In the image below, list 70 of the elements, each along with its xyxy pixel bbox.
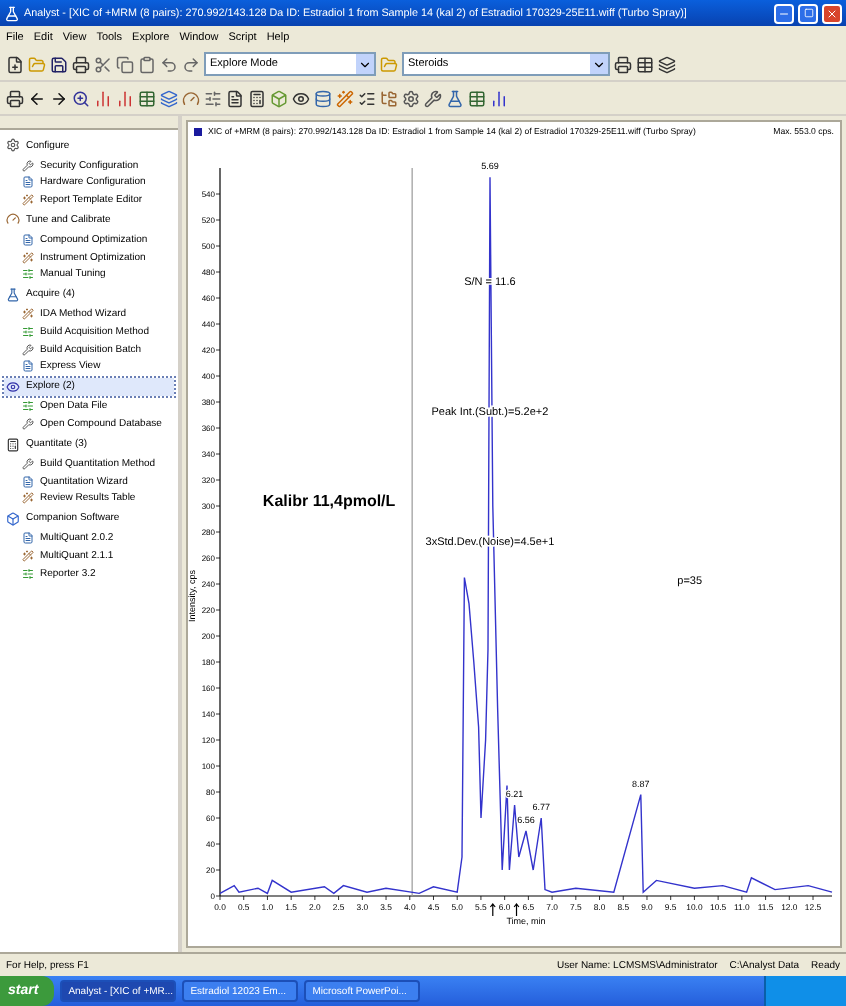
bar-chart-icon[interactable] <box>116 89 134 107</box>
flask-icon <box>6 287 20 302</box>
layers-icon[interactable] <box>658 55 676 73</box>
gauge-icon <box>6 212 20 227</box>
maximize-icon <box>803 8 813 18</box>
eye-icon[interactable] <box>292 89 310 107</box>
zoom-icon[interactable] <box>72 89 90 107</box>
gear-icon[interactable] <box>402 89 420 107</box>
caret-icon <box>356 54 374 74</box>
arrow-icon <box>513 903 520 917</box>
checklist-icon[interactable] <box>358 89 376 107</box>
save-icon[interactable] <box>50 55 68 73</box>
maximize-button[interactable] <box>798 3 818 23</box>
document-icon <box>22 360 34 373</box>
minimize-button[interactable] <box>774 3 794 23</box>
wand-icon <box>22 193 34 206</box>
calculator-icon[interactable] <box>248 89 266 107</box>
wand-icon <box>22 550 34 563</box>
scissors-icon[interactable] <box>94 55 112 73</box>
printer-icon[interactable] <box>72 55 90 73</box>
table-icon[interactable] <box>468 89 486 107</box>
sliders-icon <box>22 567 34 580</box>
bar-chart-icon[interactable] <box>490 89 508 107</box>
printer-icon[interactable] <box>614 55 632 73</box>
clipboard-icon[interactable] <box>138 55 156 73</box>
wrench-icon <box>22 159 34 172</box>
pane-icon <box>194 127 202 135</box>
wrench-icon[interactable] <box>424 89 442 107</box>
arrow-icon <box>489 903 496 917</box>
document-icon <box>22 233 34 246</box>
database-icon[interactable] <box>314 89 332 107</box>
system-tray <box>764 976 846 1006</box>
bar-chart-icon[interactable] <box>94 89 112 107</box>
printer-icon[interactable] <box>6 89 24 107</box>
close-icon <box>826 7 838 19</box>
caret-icon <box>590 54 608 74</box>
document-icon <box>22 475 34 488</box>
new-file-icon[interactable] <box>6 55 24 73</box>
right-arrow-icon[interactable] <box>50 89 68 107</box>
table-icon[interactable] <box>636 55 654 73</box>
layers-icon[interactable] <box>160 89 178 107</box>
wand-icon <box>22 308 34 321</box>
flask-icon[interactable] <box>446 89 464 107</box>
wrench-icon <box>22 417 34 430</box>
gear-icon <box>6 138 20 152</box>
redo-icon[interactable] <box>182 55 200 73</box>
gauge-icon[interactable] <box>182 89 200 107</box>
left-arrow-icon[interactable] <box>28 89 46 107</box>
minimize-icon <box>778 7 790 19</box>
tree-icon[interactable] <box>380 89 398 107</box>
copy-icon[interactable] <box>116 55 134 73</box>
sliders-icon <box>22 268 34 281</box>
sliders-icon <box>22 400 34 413</box>
calculator-icon <box>6 437 20 451</box>
document-icon <box>22 176 34 189</box>
wrench-icon <box>22 458 34 471</box>
close-button[interactable] <box>822 3 842 23</box>
undo-icon[interactable] <box>160 55 178 73</box>
sliders-icon[interactable] <box>204 89 222 107</box>
document-icon <box>22 532 34 545</box>
box-icon <box>6 511 20 526</box>
eye-icon <box>6 379 20 394</box>
document-icon[interactable] <box>226 89 244 107</box>
sample-label: Kalibr 11,4pmol/L <box>262 492 396 510</box>
wand-icon <box>22 492 34 505</box>
app-icon <box>4 5 20 21</box>
wand-icon <box>22 251 34 264</box>
sliders-icon <box>22 325 34 338</box>
table-icon[interactable] <box>138 89 156 107</box>
wrench-icon <box>22 343 34 356</box>
